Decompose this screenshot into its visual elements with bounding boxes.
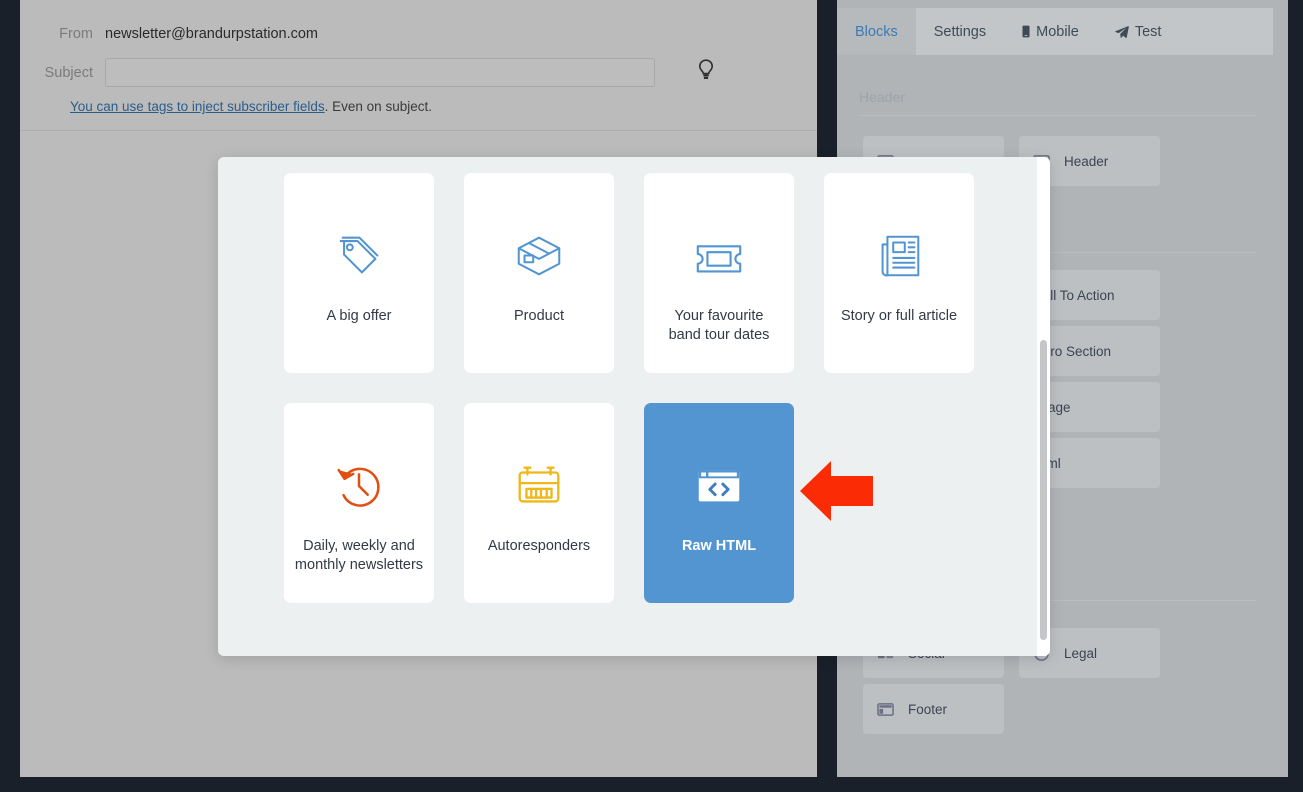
template-label-product: Product (514, 308, 564, 324)
box-icon (512, 225, 566, 287)
ticket-icon (692, 225, 746, 287)
code-window-icon (692, 455, 746, 517)
template-card-product[interactable]: Product (464, 173, 614, 373)
template-card-autoresponders[interactable]: Autoresponders (464, 403, 614, 603)
left-pointing-arrow-icon (800, 455, 873, 527)
template-picker-overlay: A big offer Product Your favourite band … (0, 0, 1303, 792)
modal-scrollbar-thumb[interactable] (1040, 340, 1047, 640)
template-label-band-tour-dates: Your favourite band tour dates (668, 308, 770, 343)
template-card-newsletters[interactable]: Daily, weekly and monthly newsletters (284, 403, 434, 603)
template-label-raw-html: Raw HTML (681, 538, 757, 554)
app-root: From newsletter@brandurpstation.com Subj… (0, 0, 1303, 792)
template-picker-modal: A big offer Product Your favourite band … (218, 157, 1050, 656)
template-label-autoresponders: Autoresponders (487, 538, 591, 554)
newspaper-icon (872, 225, 926, 287)
calendar-icon (512, 455, 566, 517)
clock-rotate-icon (332, 455, 386, 517)
template-card-story-or-full-article[interactable]: Story or full article (824, 173, 974, 373)
template-label-a-big-offer: A big offer (326, 308, 392, 324)
template-card-band-tour-dates[interactable]: Your favourite band tour dates (644, 173, 794, 373)
template-label-story-or-full-article: Story or full article (840, 308, 958, 324)
template-card-raw-html[interactable]: Raw HTML (644, 403, 794, 603)
template-card-a-big-offer[interactable]: A big offer (284, 173, 434, 373)
template-label-newsletters: Daily, weekly and monthly newsletters (294, 538, 424, 573)
price-tag-icon (332, 225, 386, 287)
